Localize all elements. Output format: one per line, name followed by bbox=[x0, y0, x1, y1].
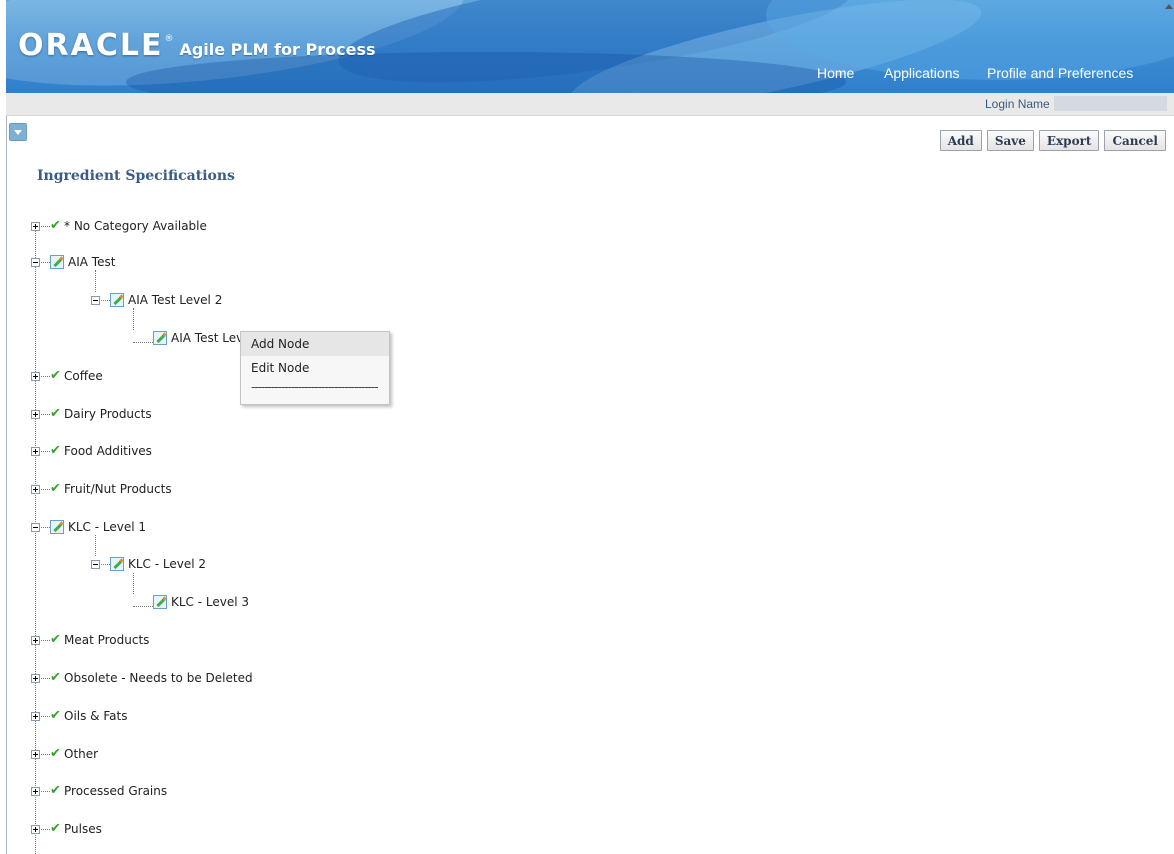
tree-connector bbox=[133, 606, 153, 607]
tree-node-label: Coffee bbox=[64, 369, 103, 383]
context-menu: Add Node Edit Node ---------------------… bbox=[240, 331, 390, 405]
check-icon: ✔ bbox=[50, 821, 61, 836]
edit-icon bbox=[153, 331, 167, 345]
edit-icon bbox=[110, 293, 124, 307]
check-icon: ✔ bbox=[50, 746, 61, 761]
expand-node-icon[interactable] bbox=[31, 636, 40, 645]
edit-icon bbox=[50, 520, 64, 534]
check-icon: ✔ bbox=[50, 368, 61, 383]
tree-node-label: Meat Products bbox=[64, 633, 150, 647]
check-icon: ✔ bbox=[50, 406, 61, 421]
check-icon: ✔ bbox=[50, 708, 61, 723]
tree-connector bbox=[101, 300, 110, 301]
collapse-node-icon[interactable] bbox=[31, 258, 40, 267]
tree-node[interactable]: ✔ Coffee bbox=[50, 368, 103, 384]
tree-node[interactable]: ✔ Pulses bbox=[50, 821, 102, 837]
expand-node-icon[interactable] bbox=[31, 447, 40, 456]
check-icon: ✔ bbox=[50, 670, 61, 685]
tree-connector bbox=[41, 716, 50, 717]
tree-node-label: Oils & Fats bbox=[64, 709, 128, 723]
check-icon: ✔ bbox=[50, 783, 61, 798]
tree-connector bbox=[133, 342, 153, 343]
tree-node-label: KLC - Level 2 bbox=[128, 557, 207, 571]
tree-node[interactable]: ✔ Fruit/Nut Products bbox=[50, 481, 172, 497]
tree-node-label: KLC - Level 1 bbox=[68, 520, 147, 534]
tree-node[interactable]: ✔ * No Category Available bbox=[50, 218, 207, 234]
collapse-node-icon[interactable] bbox=[91, 560, 100, 569]
tree-node-label: Dairy Products bbox=[64, 407, 152, 421]
tree-connector bbox=[133, 573, 134, 594]
tree-node-label: Obsolete - Needs to be Deleted bbox=[64, 671, 253, 685]
tree-node-label: Fruit/Nut Products bbox=[64, 482, 172, 496]
tree-node[interactable]: ✔ Obsolete - Needs to be Deleted bbox=[50, 670, 253, 686]
tree-connector bbox=[41, 640, 50, 641]
tree-node-label: Pulses bbox=[64, 822, 102, 836]
tree-connector bbox=[41, 226, 50, 227]
expand-node-icon[interactable] bbox=[31, 674, 40, 683]
expand-node-icon[interactable] bbox=[31, 485, 40, 494]
tree-node[interactable]: ✔ Food Additives bbox=[50, 443, 152, 459]
tree-connector bbox=[133, 308, 134, 330]
tree-connector bbox=[41, 414, 50, 415]
tree-connector bbox=[41, 262, 50, 263]
tree-connector bbox=[101, 564, 110, 565]
menu-separator: -------------------------------------- bbox=[251, 380, 379, 394]
collapse-node-icon[interactable] bbox=[31, 523, 40, 532]
tree-node-label: AIA Test Level 2 bbox=[128, 293, 223, 307]
specification-tree: ✔ * No Category Available AIA Test AIA Test… bbox=[0, 0, 1174, 854]
expand-node-icon[interactable] bbox=[31, 787, 40, 796]
check-icon: ✔ bbox=[50, 632, 61, 647]
tree-node[interactable]: ✔ Dairy Products bbox=[50, 406, 152, 422]
tree-connector bbox=[41, 754, 50, 755]
tree-node[interactable]: ✔ Oils & Fats bbox=[50, 708, 127, 724]
tree-connector bbox=[41, 829, 50, 830]
check-icon: ✔ bbox=[50, 443, 61, 458]
tree-node-label: AIA Test bbox=[68, 255, 116, 269]
expand-node-icon[interactable] bbox=[31, 750, 40, 759]
tree-node-label: Other bbox=[64, 747, 99, 761]
expand-node-icon[interactable] bbox=[31, 712, 40, 721]
menu-item-edit-node[interactable]: Edit Node bbox=[241, 356, 389, 380]
check-icon: ✔ bbox=[50, 481, 61, 496]
edit-icon bbox=[153, 595, 167, 609]
expand-node-icon[interactable] bbox=[31, 372, 40, 381]
tree-node[interactable]: AIA Test Level 2 bbox=[110, 292, 222, 308]
tree-connector bbox=[41, 527, 50, 528]
tree-node[interactable]: ✔ Processed Grains bbox=[50, 783, 167, 799]
tree-connector bbox=[35, 225, 36, 854]
tree-connector bbox=[41, 791, 50, 792]
tree-node[interactable]: KLC - Level 1 bbox=[50, 519, 146, 535]
edit-icon bbox=[110, 557, 124, 571]
tree-connector bbox=[41, 376, 50, 377]
tree-node[interactable]: AIA Test bbox=[50, 254, 115, 270]
tree-connector bbox=[41, 678, 50, 679]
edit-icon bbox=[50, 255, 64, 269]
tree-connector bbox=[95, 270, 96, 292]
expand-node-icon[interactable] bbox=[31, 222, 40, 231]
tree-node-label: KLC - Level 3 bbox=[171, 595, 250, 609]
check-icon: ✔ bbox=[50, 218, 61, 233]
collapse-node-icon[interactable] bbox=[91, 296, 100, 305]
menu-item-add-node[interactable]: Add Node bbox=[241, 332, 389, 356]
tree-node[interactable]: KLC - Level 2 bbox=[110, 556, 206, 572]
tree-node-label: Processed Grains bbox=[64, 784, 168, 798]
tree-node-label: Food Additives bbox=[64, 444, 152, 458]
expand-node-icon[interactable] bbox=[31, 410, 40, 419]
tree-node-label: * No Category Available bbox=[64, 219, 207, 233]
tree-node[interactable]: ✔ Meat Products bbox=[50, 632, 149, 648]
expand-node-icon[interactable] bbox=[31, 825, 40, 834]
tree-node[interactable]: KLC - Level 3 bbox=[153, 594, 249, 610]
tree-connector bbox=[95, 535, 96, 556]
tree-connector bbox=[41, 451, 50, 452]
tree-connector bbox=[41, 489, 50, 490]
tree-node[interactable]: ✔ Other bbox=[50, 746, 98, 762]
